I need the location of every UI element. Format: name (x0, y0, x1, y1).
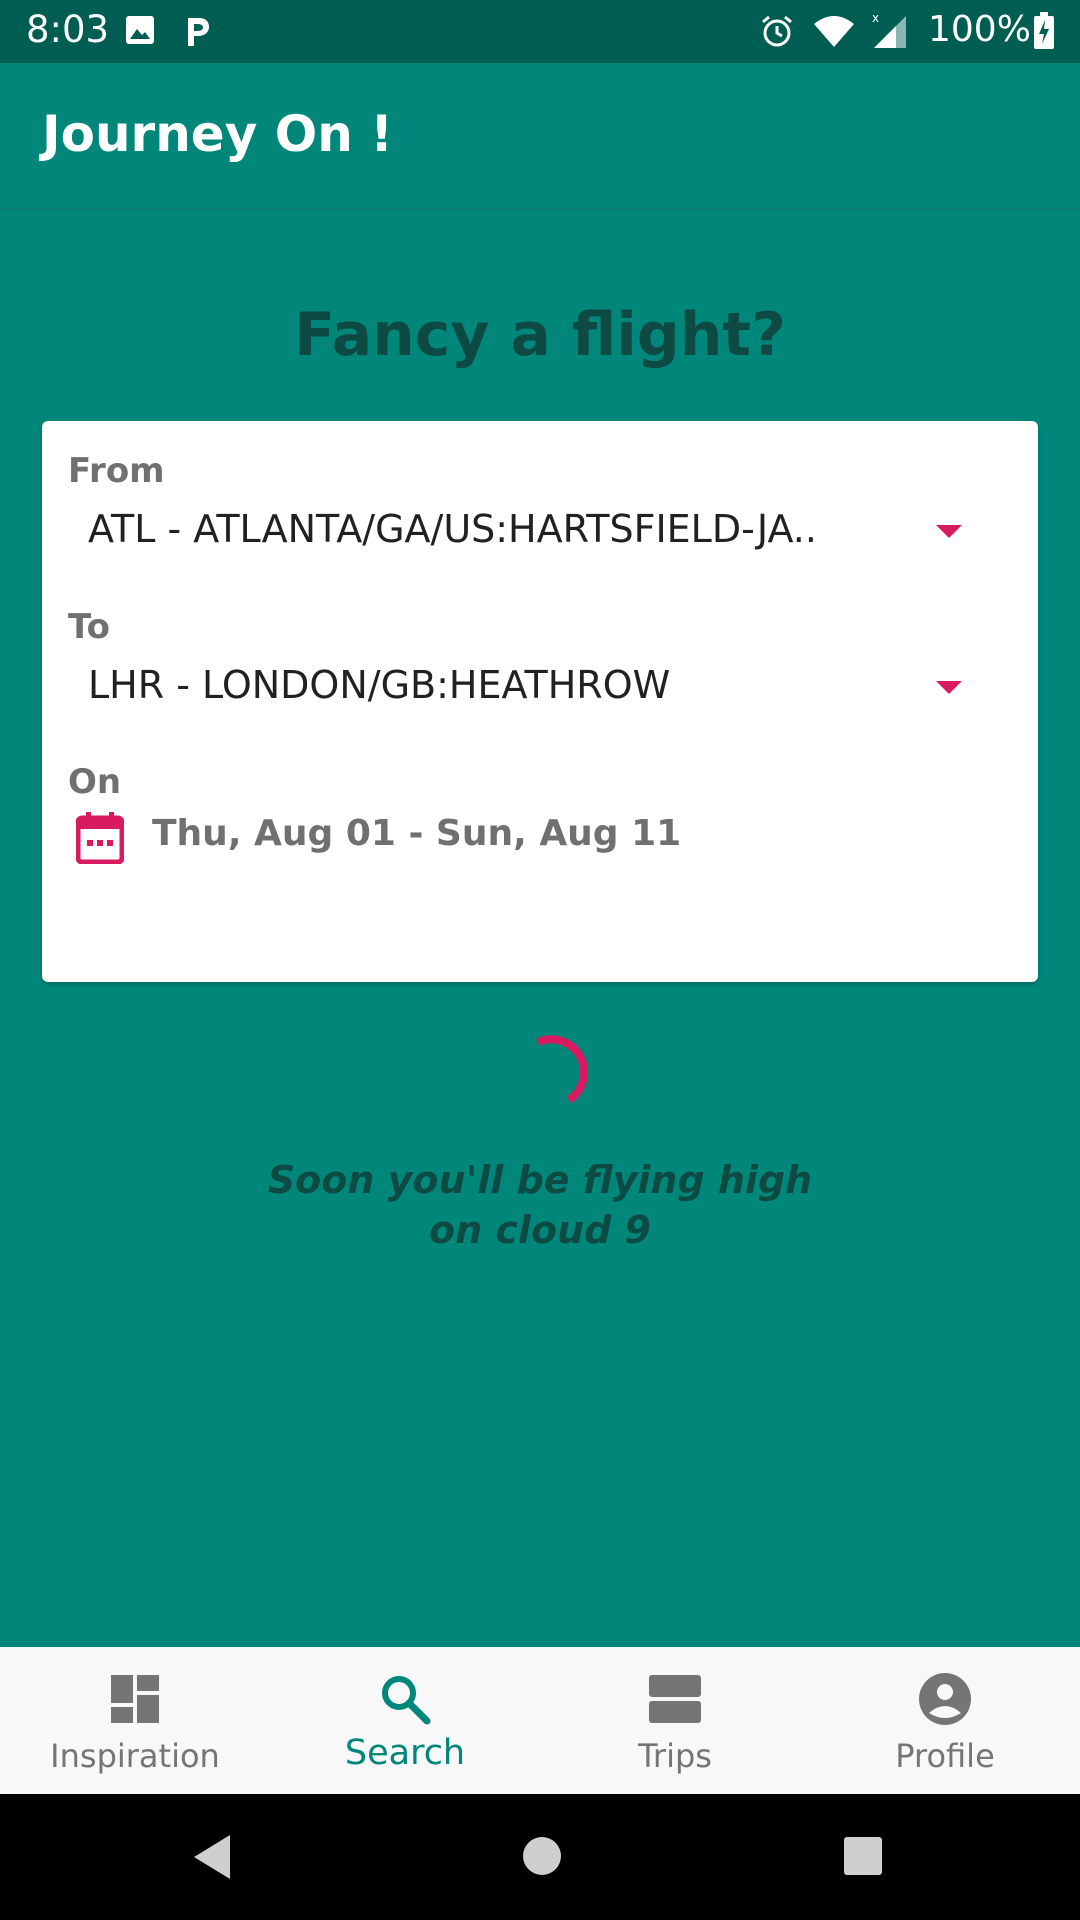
app-bar: Journey On ! (0, 63, 1080, 210)
to-label: To (68, 607, 111, 647)
search-icon (382, 1676, 431, 1725)
system-navigation-bar (0, 1794, 1080, 1920)
to-dropdown-arrow-icon[interactable] (936, 681, 962, 694)
nav-item-search[interactable]: Search (270, 1647, 540, 1794)
loading-message: Soon you'll be flying high on cloud 9 (0, 1155, 1080, 1255)
from-dropdown[interactable]: ATL - ATLANTA/GA/US:HARTSFIELD-JA.. (88, 507, 817, 551)
status-bar: 8:03 x 100% (0, 0, 1080, 63)
on-label: On (68, 762, 122, 802)
signal-icon: x (872, 11, 906, 48)
nav-item-inspiration[interactable]: Inspiration (0, 1647, 270, 1794)
trips-icon (649, 1675, 701, 1723)
loading-spinner (536, 1035, 589, 1104)
page-heading: Fancy a flight? (294, 300, 786, 370)
loading-message-line-2: on cloud 9 (429, 1208, 651, 1252)
back-icon[interactable] (190, 1833, 236, 1881)
recents-icon[interactable] (843, 1836, 883, 1876)
nav-label-profile: Profile (895, 1737, 995, 1775)
nav-label-search: Search (344, 1733, 466, 1773)
nav-label-inspiration: Inspiration (50, 1737, 220, 1775)
from-label: From (68, 451, 165, 491)
image-icon (126, 16, 154, 44)
flight-search-card: From ATL - ATLANTA/GA/US:HARTSFIELD-JA..… (42, 421, 1038, 982)
parking-icon (188, 18, 209, 46)
nav-item-profile[interactable]: Profile (810, 1647, 1080, 1794)
alarm-icon (762, 15, 792, 47)
dashboard-icon (111, 1675, 159, 1723)
profile-icon (919, 1673, 971, 1725)
app-screen: 8:03 x 100% Journey On ! Fancy a flight?… (0, 0, 1080, 1920)
calendar-icon[interactable] (76, 812, 124, 864)
nav-label-trips: Trips (638, 1737, 712, 1775)
to-dropdown[interactable]: LHR - LONDON/GB:HEATHROW (88, 663, 670, 707)
date-range-picker[interactable]: Thu, Aug 01 - Sun, Aug 11 (152, 813, 681, 854)
home-icon[interactable] (522, 1836, 562, 1876)
svg-text:x: x (872, 11, 879, 25)
status-time: 8:03 (26, 8, 110, 51)
battery-charging-icon (1034, 12, 1054, 49)
wifi-icon (814, 16, 854, 47)
app-title: Journey On ! (42, 105, 394, 163)
bottom-navigation: Inspiration Search Trips Profile (0, 1647, 1080, 1794)
battery-percentage: 100% (928, 9, 1031, 50)
nav-item-trips[interactable]: Trips (540, 1647, 810, 1794)
loading-message-line-1: Soon you'll be flying high (267, 1158, 813, 1202)
from-dropdown-arrow-icon[interactable] (936, 525, 962, 538)
